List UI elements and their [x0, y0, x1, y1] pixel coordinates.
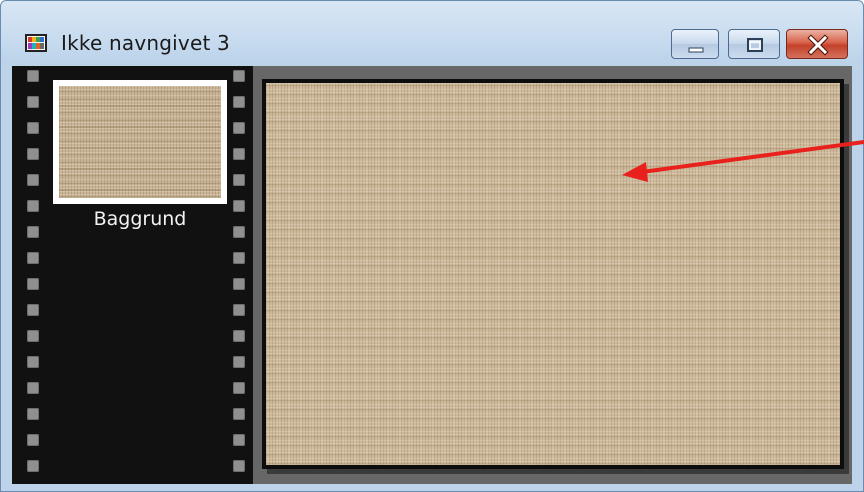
film-perforation: [233, 460, 245, 472]
film-perforations-right: [230, 66, 248, 484]
film-perforation: [233, 304, 245, 316]
film-perforation: [233, 70, 245, 82]
maximize-button[interactable]: [728, 29, 780, 59]
film-perforation: [233, 148, 245, 160]
close-icon: [807, 34, 829, 56]
film-perforation: [27, 252, 39, 264]
film-perforation: [233, 226, 245, 238]
film-perforation: [27, 200, 39, 212]
film-perforation: [233, 252, 245, 264]
window-title: Ikke navngivet 3: [61, 31, 230, 55]
minimize-icon: [688, 47, 704, 53]
minimize-button[interactable]: [671, 29, 719, 59]
film-perforation: [233, 330, 245, 342]
film-perforation: [27, 304, 39, 316]
film-perforation: [27, 174, 39, 186]
film-perforations-left: [24, 66, 42, 484]
film-perforation: [27, 382, 39, 394]
film-perforation: [27, 122, 39, 134]
film-perforation: [233, 200, 245, 212]
film-perforation: [233, 174, 245, 186]
film-perforation: [233, 408, 245, 420]
layer-thumbnail-baggrund[interactable]: [53, 80, 227, 204]
film-perforation: [233, 434, 245, 446]
film-perforation: [27, 408, 39, 420]
filmstrip-app-icon: [25, 34, 47, 52]
film-perforation: [27, 434, 39, 446]
layer-thumbnail-image: [59, 86, 221, 198]
film-perforation: [233, 382, 245, 394]
film-perforation: [27, 356, 39, 368]
film-perforation: [233, 278, 245, 290]
film-perforation: [27, 70, 39, 82]
film-perforation: [27, 330, 39, 342]
film-perforation: [27, 460, 39, 472]
film-perforation: [233, 122, 245, 134]
layer-label[interactable]: Baggrund: [53, 208, 227, 230]
film-perforation: [27, 148, 39, 160]
film-perforation: [27, 226, 39, 238]
film-perforation: [27, 278, 39, 290]
film-perforation: [233, 96, 245, 108]
title-bar[interactable]: Ikke navngivet 3: [1, 1, 863, 65]
red-arrow-annotation: [622, 140, 864, 182]
film-perforation: [233, 356, 245, 368]
layers-filmstrip-panel: Baggrund: [12, 66, 253, 484]
maximize-icon: [747, 38, 763, 52]
close-button[interactable]: [786, 29, 848, 59]
film-perforation: [27, 96, 39, 108]
